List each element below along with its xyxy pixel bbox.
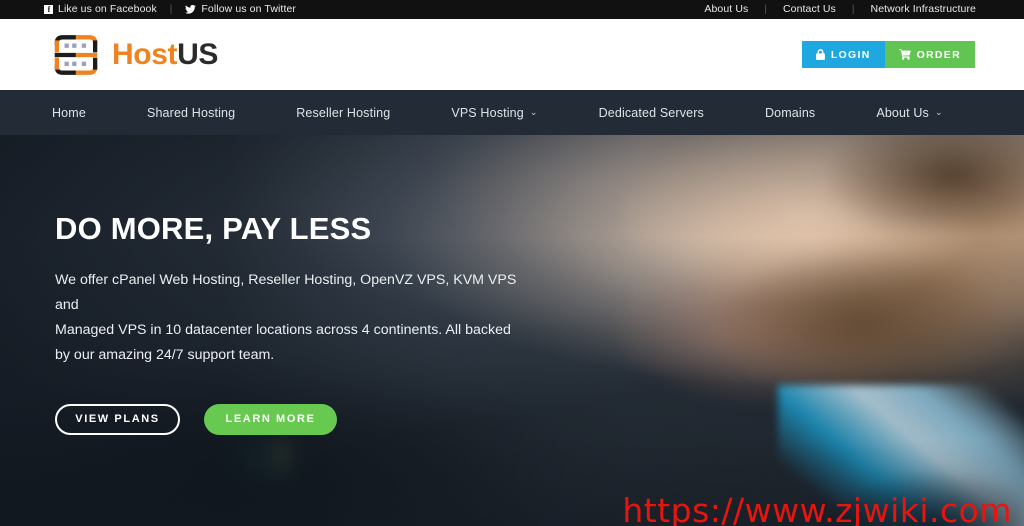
nav-item-dedicated-servers-label: Dedicated Servers — [598, 105, 704, 120]
hero-subtitle-line-3: by our amazing 24/7 support team. — [55, 346, 275, 363]
hero-cta-group: VIEW PLANS LEARN MORE — [55, 403, 1024, 435]
nav-item-vps-hosting[interactable]: VPS Hosting ⌄ — [451, 106, 537, 120]
lock-icon — [815, 49, 825, 60]
hero-subtitle-line-2: Managed VPS in 10 datacenter locations a… — [55, 321, 511, 338]
hero-subtitle-line-1: We offer cPanel Web Hosting, Reseller Ho… — [55, 271, 517, 313]
chevron-down-icon: ⌄ — [934, 107, 943, 117]
social-separator: | — [169, 3, 173, 15]
logo-link[interactable]: HostUS — [52, 33, 218, 77]
hero-subtitle: We offer cPanel Web Hosting, Reseller Ho… — [55, 268, 525, 368]
nav-item-shared-hosting-label: Shared Hosting — [146, 105, 236, 120]
nav-item-domains[interactable]: Domains — [765, 106, 815, 120]
nav-item-vps-hosting-label: VPS Hosting — [451, 105, 524, 120]
top-utility-links: About Us | Contact Us | Network Infrastr… — [704, 4, 976, 15]
learn-more-button[interactable]: LEARN MORE — [204, 403, 337, 435]
hero-content: DO MORE, PAY LESS We offer cPanel Web Ho… — [0, 135, 1024, 435]
nav-item-domains-label: Domains — [764, 105, 816, 120]
cart-icon — [898, 49, 911, 60]
twitter-icon — [185, 4, 197, 14]
top-utility-bar: f Like us on Facebook | Follow us on Twi… — [0, 0, 1024, 19]
server-rack-icon — [52, 33, 100, 77]
twitter-link[interactable]: Follow us on Twitter — [185, 4, 296, 15]
hostus-homepage: f Like us on Facebook | Follow us on Twi… — [0, 0, 1024, 526]
topbar-separator-1: | — [764, 3, 767, 15]
hero-title: DO MORE, PAY LESS — [55, 211, 372, 246]
logo-wordmark: HostUS — [112, 37, 218, 71]
topbar-link-about-us[interactable]: About Us — [704, 4, 748, 15]
hero-banner: DO MORE, PAY LESS We offer cPanel Web Ho… — [0, 135, 1024, 526]
topbar-link-contact-us[interactable]: Contact Us — [783, 4, 836, 15]
nav-item-reseller-hosting[interactable]: Reseller Hosting — [296, 106, 390, 120]
header-action-buttons: LOGIN ORDER — [801, 41, 975, 68]
nav-item-dedicated-servers[interactable]: Dedicated Servers — [599, 106, 704, 120]
logo-text-us: US — [177, 37, 218, 71]
nav-item-home[interactable]: Home — [52, 106, 86, 120]
nav-item-about-us[interactable]: About Us ⌄ — [876, 106, 942, 120]
facebook-icon: f — [44, 5, 53, 14]
nav-item-reseller-hosting-label: Reseller Hosting — [296, 105, 391, 120]
order-button[interactable]: ORDER — [884, 41, 975, 68]
facebook-link[interactable]: f Like us on Facebook — [44, 4, 157, 15]
main-navigation: Home Shared Hosting Reseller Hosting VPS… — [0, 90, 1024, 135]
login-button-label: LOGIN — [830, 48, 871, 61]
nav-item-home-label: Home — [52, 105, 86, 120]
twitter-link-label: Follow us on Twitter — [201, 3, 296, 16]
order-button-label: ORDER — [916, 48, 961, 61]
nav-item-about-us-label: About Us — [876, 105, 929, 120]
topbar-separator-2: | — [851, 3, 855, 15]
nav-item-shared-hosting[interactable]: Shared Hosting — [147, 106, 235, 120]
view-plans-button[interactable]: VIEW PLANS — [55, 403, 180, 435]
facebook-link-label: Like us on Facebook — [58, 3, 157, 16]
site-header: HostUS LOGIN ORDER — [0, 19, 1024, 90]
login-button[interactable]: LOGIN — [801, 41, 885, 68]
social-links: f Like us on Facebook | Follow us on Twi… — [44, 4, 296, 15]
logo-text-host: Host — [112, 37, 178, 71]
topbar-link-network-infrastructure[interactable]: Network Infrastructure — [871, 4, 976, 15]
chevron-down-icon: ⌄ — [529, 107, 538, 117]
